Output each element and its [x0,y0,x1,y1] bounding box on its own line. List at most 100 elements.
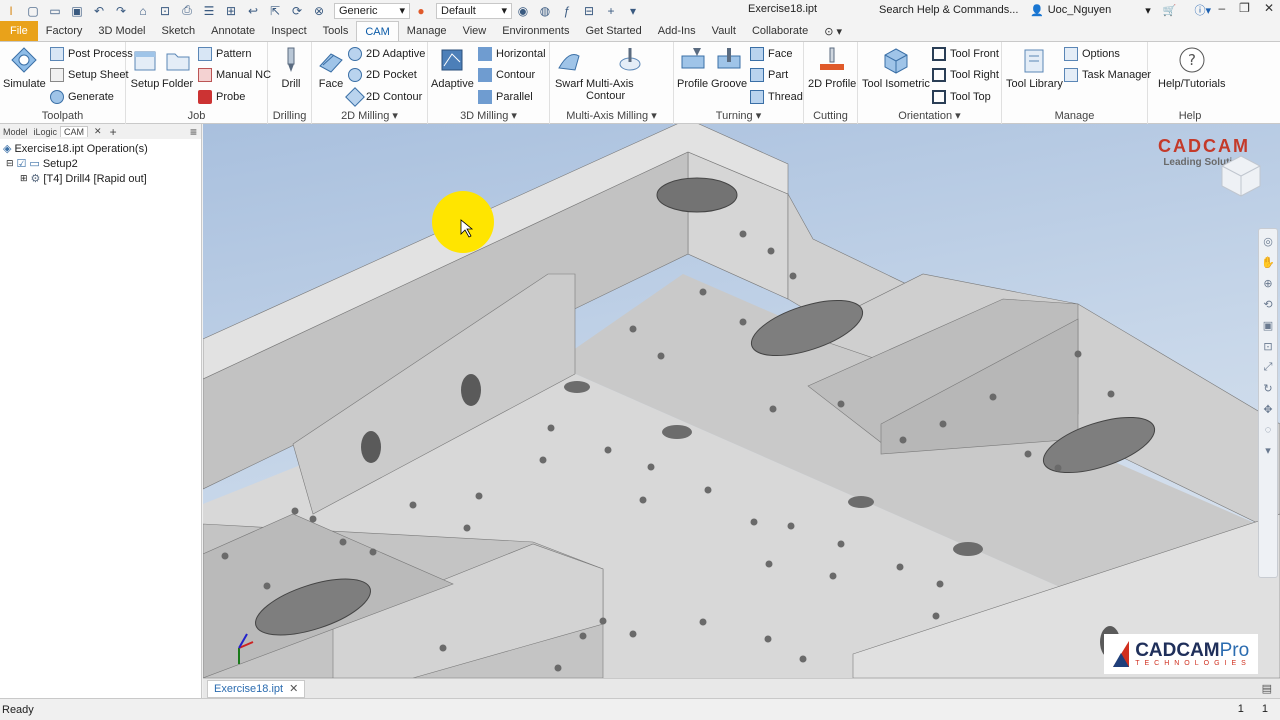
redo-icon[interactable]: ↷ [112,3,130,19]
horizontal-button[interactable]: Horizontal [478,47,546,61]
browser-tab-model[interactable]: Model [0,127,31,137]
tree-item-operations[interactable]: ◈ Exercise18.ipt Operation(s) [3,142,148,156]
tab-collaborate[interactable]: Collaborate [744,21,816,41]
zoom-window-icon[interactable]: ⊡ [1263,340,1272,353]
tool-right-button[interactable]: Tool Right [932,68,999,82]
tree-item-setup[interactable]: ⊟ ☑ ▭ Setup2 [6,157,78,171]
print-icon[interactable]: ⎙ [178,3,196,19]
parallel-button[interactable]: Parallel [478,90,533,104]
tab-vault[interactable]: Vault [704,21,744,41]
undo-icon[interactable]: ↶ [90,3,108,19]
pattern-button[interactable]: Pattern [198,47,251,61]
panel-title-turning[interactable]: Turning ▾ [674,109,803,122]
generate-button[interactable]: Generate [50,90,114,104]
tab-manage[interactable]: Manage [399,21,455,41]
post-process-button[interactable]: Post Process [50,47,133,61]
panel-title-orientation[interactable]: Orientation ▾ [858,109,1001,122]
2d-adaptive-button[interactable]: 2D Adaptive [348,47,425,61]
save-icon[interactable]: ▣ [68,3,86,19]
help-search-input[interactable]: Search Help & Commands... [876,2,1021,18]
panel-title-2d-milling[interactable]: 2D Milling ▾ [312,109,427,122]
color-icon[interactable]: ● [412,3,430,19]
home-icon[interactable]: ⌂ [134,3,152,19]
turning-face-button[interactable]: Face [750,47,792,61]
customize-icon[interactable]: ▾ [624,3,642,19]
adaptive-3d-button[interactable]: Adaptive [431,45,474,90]
return-icon[interactable]: ↩ [244,3,262,19]
measure-icon[interactable]: ⊞ [222,3,240,19]
manual-nc-button[interactable]: Manual NC [198,68,271,82]
look-at-icon[interactable]: ▣ [1263,319,1273,332]
view-cube[interactable] [1220,154,1262,198]
browser-tab-cam[interactable]: CAM [60,126,89,137]
minimize-icon[interactable]: – [1218,1,1225,15]
2d-pocket-button[interactable]: 2D Pocket [348,68,417,82]
measure-tool-icon[interactable]: ⊟ [580,3,598,19]
open-icon[interactable]: ⊡ [156,3,174,19]
update-icon[interactable]: ⟳ [288,3,306,19]
nav-options-icon[interactable]: ▾ [1265,444,1271,457]
tab-file[interactable]: File [0,21,38,41]
setup-sheet-button[interactable]: Setup Sheet [50,68,129,82]
clear-appearance-icon[interactable]: ◍ [536,3,554,19]
pan-icon[interactable]: ✋ [1261,256,1275,269]
setup-button[interactable]: Setup [130,45,160,90]
tab-annotate[interactable]: Annotate [203,21,263,41]
close-icon[interactable]: ✕ [94,126,102,137]
face-2d-button[interactable]: Face [316,45,346,90]
properties-icon[interactable]: ☰ [200,3,218,19]
2d-profile-button[interactable]: 2D Profile [808,45,856,90]
zoom-icon[interactable]: ⊕ [1263,277,1272,290]
multi-axis-contour-button[interactable]: Multi-Axis Contour [586,45,673,102]
expand-icon[interactable]: ⊞ [20,173,28,184]
tab-sketch[interactable]: Sketch [154,21,204,41]
panel-title-multi-axis[interactable]: Multi-Axis Milling ▾ [550,109,673,122]
tab-view[interactable]: View [455,21,495,41]
checkbox-icon[interactable]: ☑ [17,157,27,170]
constrained-orbit-icon[interactable]: ↻ [1263,382,1272,395]
tree-item-drill[interactable]: ⊞ ⚙ [T4] Drill4 [Rapid out] [20,172,147,186]
add-icon[interactable]: + [602,3,620,19]
part-model[interactable] [203,124,1280,678]
tab-3d-model[interactable]: 3D Model [90,21,153,41]
probe-button[interactable]: Probe [198,90,245,104]
browser-tab-ilogic[interactable]: iLogic [31,127,61,137]
close-icon[interactable]: ✕ [289,682,298,695]
help-icon[interactable]: ⓘ▾ [1195,2,1212,18]
tab-add-ins[interactable]: Add-Ins [650,21,704,41]
orbit-icon[interactable]: ⟲ [1263,298,1272,311]
new-file-icon[interactable]: ▢ [24,3,42,19]
tool-front-button[interactable]: Tool Front [932,47,999,61]
collapse-icon[interactable]: ⊟ [6,158,14,169]
appearance-select[interactable]: Generic ▾ [334,2,410,19]
fx-parameters-icon[interactable]: ƒ [558,3,576,19]
app-logo-icon[interactable]: I [2,3,20,19]
close-icon[interactable]: ✕ [1264,1,1274,15]
tab-environments[interactable]: Environments [494,21,577,41]
folder-button[interactable]: Folder [162,45,193,90]
tool-top-button[interactable]: Tool Top [932,90,991,104]
browser-menu-icon[interactable]: ≡ [190,125,197,139]
view-select[interactable]: Default ▾ [436,2,512,19]
drill-button[interactable]: Drill [276,45,306,90]
select-icon[interactable]: ⇱ [266,3,284,19]
open-file-icon[interactable]: ▭ [46,3,64,19]
cart-icon[interactable]: 🛒 [1163,4,1177,17]
task-manager-button[interactable]: Task Manager [1064,68,1151,82]
restore-icon[interactable]: ❐ [1239,1,1250,15]
appearance-adjust-icon[interactable]: ◉ [514,3,532,19]
thread-button[interactable]: Thread [750,90,803,104]
tool-library-button[interactable]: Tool Library [1006,45,1063,90]
tab-inspect[interactable]: Inspect [263,21,314,41]
contour-3d-button[interactable]: Contour [478,68,535,82]
add-tab-icon[interactable]: + [110,125,117,139]
zoom-all-icon[interactable]: ⤢ [1264,361,1273,374]
tab-factory[interactable]: Factory [38,21,91,41]
panel-title-3d-milling[interactable]: 3D Milling ▾ [428,109,549,122]
tab-get-started[interactable]: Get Started [577,21,649,41]
doc-tab-exercise18[interactable]: Exercise18.ipt ✕ [207,679,306,698]
tab-cam[interactable]: CAM [356,21,399,41]
material-icon[interactable]: ⊗ [310,3,328,19]
options-button[interactable]: Options [1064,47,1120,61]
part-button[interactable]: Part [750,68,788,82]
